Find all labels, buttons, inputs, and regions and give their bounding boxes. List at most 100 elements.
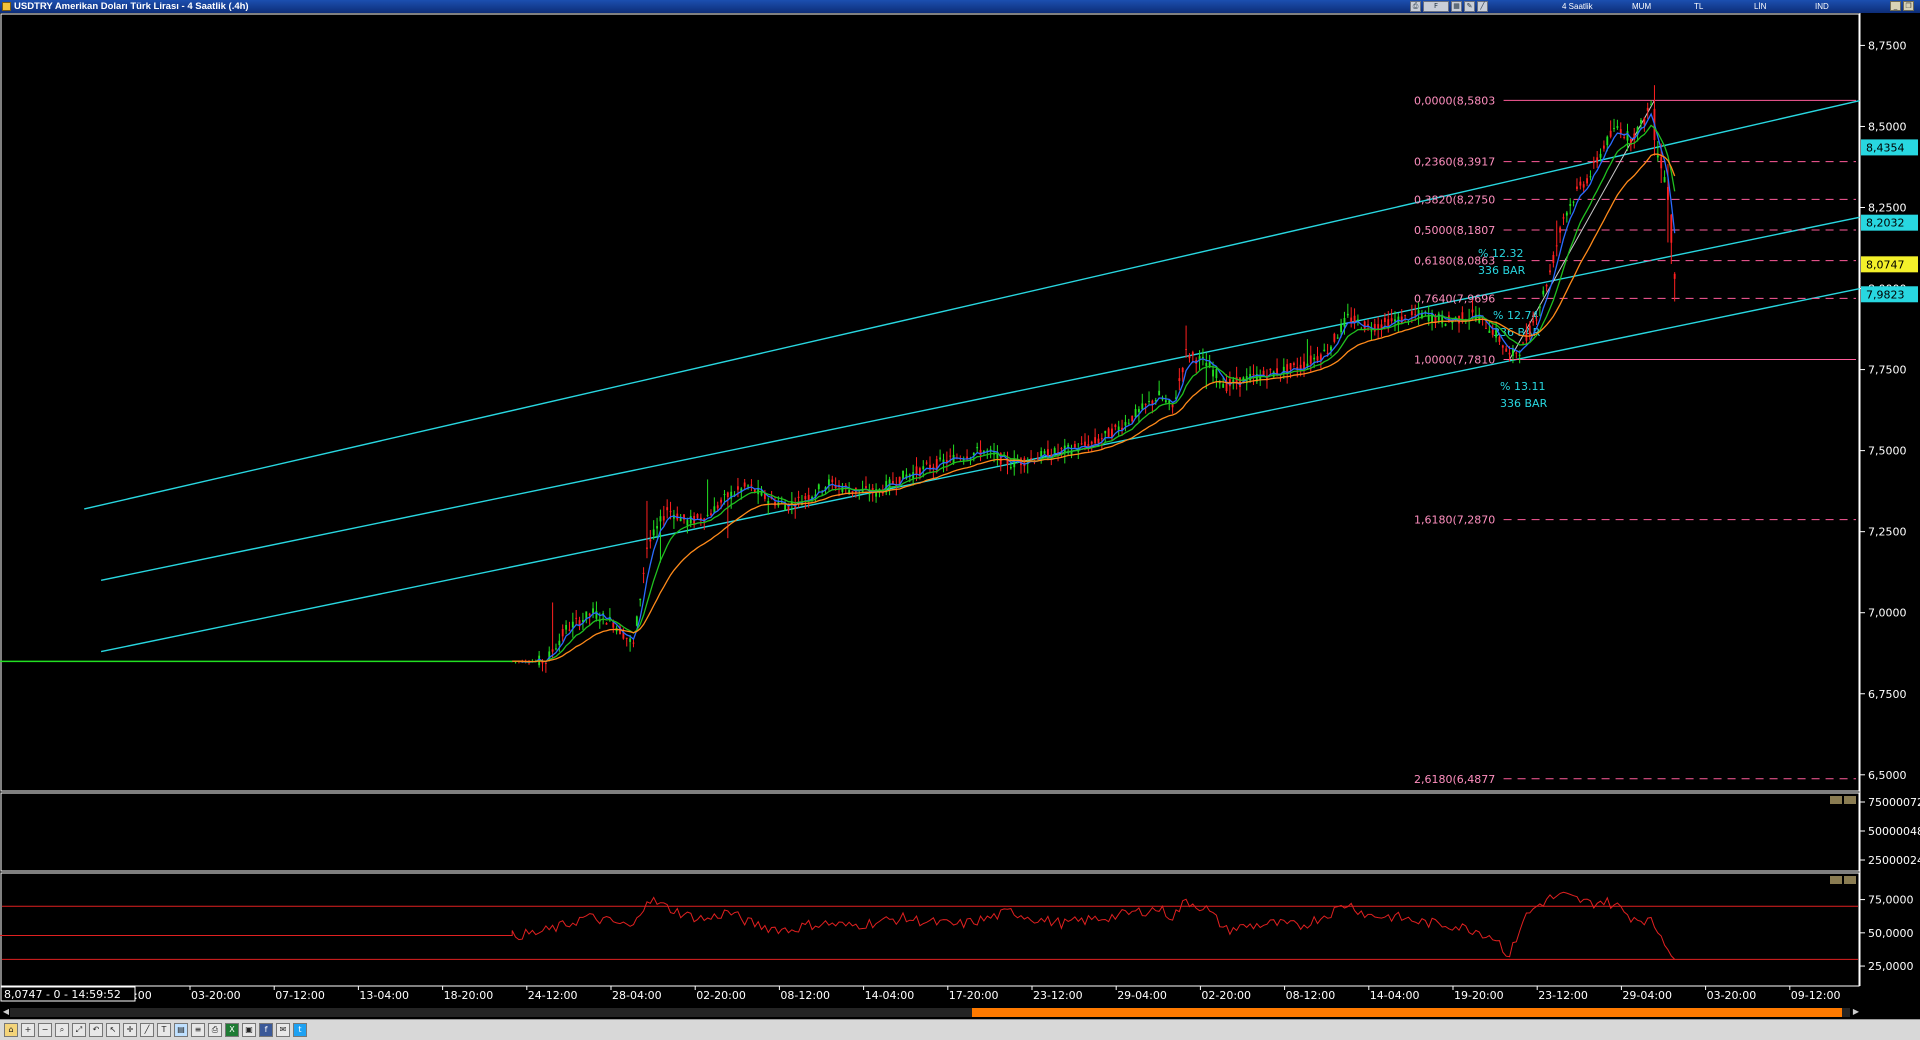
minimize-icon[interactable]: _ (1890, 1, 1901, 11)
candle-body (1589, 176, 1592, 178)
candle-body (1309, 355, 1312, 364)
zoom-out-icon[interactable]: − (38, 1023, 52, 1037)
candle-body (612, 622, 615, 628)
candle-body (747, 485, 749, 487)
measure-label: % 12.74 (1493, 309, 1538, 322)
candle-body (868, 493, 871, 495)
scrollbar-thumb[interactable] (972, 1008, 1842, 1017)
candle-body (804, 496, 807, 500)
undo-icon[interactable]: ↶ (89, 1023, 103, 1037)
candle-body (1377, 324, 1380, 329)
candle-body (1367, 324, 1369, 326)
time-tick-label: 02-20:00 (696, 989, 746, 1002)
candle-body (605, 623, 608, 625)
scroll-right-icon[interactable]: ▶ (1851, 1007, 1861, 1017)
candle-body (568, 629, 571, 631)
candle-body (1501, 345, 1504, 348)
candle-body (1400, 316, 1403, 324)
candle-body (1141, 403, 1144, 410)
folder-icon[interactable]: ▤ (174, 1023, 188, 1037)
candle-body (1073, 443, 1076, 448)
candle-body (1559, 227, 1562, 233)
open-icon[interactable]: ⌂ (4, 1023, 18, 1037)
candle-body (1336, 337, 1339, 339)
candle-body (1289, 363, 1292, 370)
candle-body (817, 484, 820, 490)
rsi-line (0, 891, 1676, 960)
candle-body (571, 621, 574, 628)
candle-body (1667, 186, 1669, 200)
candle-body (551, 649, 554, 652)
price-tick-label: 8,7500 (1868, 39, 1907, 52)
candle-body (1670, 214, 1673, 243)
search-icon[interactable]: ⌕ (55, 1023, 69, 1037)
pencil-icon[interactable]: ✎ (1464, 1, 1475, 12)
candle-body (979, 449, 982, 456)
candle-body (1404, 315, 1407, 317)
candle-body (1444, 323, 1447, 326)
db-icon[interactable]: ≡ (191, 1023, 205, 1037)
candle-body (737, 486, 739, 490)
candle-body (592, 608, 594, 614)
fit-icon[interactable]: ⤢ (72, 1023, 86, 1037)
window-buttons: _ ❐ (1890, 1, 1914, 11)
price-panel: 8,75008,50008,25008,00007,75007,50007,25… (0, 13, 1918, 792)
zoom-in-icon[interactable]: + (21, 1023, 35, 1037)
candle-body (797, 496, 800, 498)
chart-area[interactable]: 8,75008,50008,25008,00007,75007,50007,25… (0, 13, 1920, 1003)
menu-currency[interactable]: TL (1694, 0, 1703, 13)
line-icon[interactable]: ╱ (1477, 1, 1488, 12)
candle-body (915, 466, 918, 474)
candle-body (723, 494, 726, 496)
candle-body (1127, 422, 1130, 424)
candle-body (1104, 430, 1107, 434)
twitter-icon[interactable]: t (293, 1023, 307, 1037)
candle-body (1582, 184, 1585, 188)
menu-candle[interactable]: MUM (1632, 0, 1651, 13)
facebook-icon[interactable]: f (259, 1023, 273, 1037)
candle-body (1188, 355, 1191, 359)
crosshair-icon[interactable]: ✛ (123, 1023, 137, 1037)
candle-body (807, 494, 810, 501)
candle-body (1522, 342, 1524, 344)
text-tool-icon[interactable]: T (157, 1023, 171, 1037)
candle-body (1602, 145, 1605, 149)
mail-icon[interactable]: ✉ (276, 1023, 290, 1037)
print-icon[interactable]: ⎙ (208, 1023, 222, 1037)
restore-icon[interactable]: ❐ (1903, 1, 1914, 11)
candle-body (662, 516, 665, 521)
candle-body (686, 520, 689, 526)
price-tag-label: 8,0747 (1866, 258, 1905, 271)
time-tick-label: 09-12:00 (1791, 989, 1841, 1002)
candle-body (1515, 352, 1518, 354)
menu-timeframe[interactable]: 4 Saatlik (1562, 0, 1593, 13)
excel-icon[interactable]: X (225, 1023, 239, 1037)
time-tick-label: 14-04:00 (1370, 989, 1420, 1002)
rsi-tick-label: 75,0000 (1868, 894, 1914, 907)
save-icon[interactable]: ▣ (242, 1023, 256, 1037)
candle-body (1538, 306, 1541, 308)
forex-icon[interactable]: F (1423, 1, 1449, 12)
menu-indicators[interactable]: IND (1815, 0, 1829, 13)
panel-close-icon (1844, 796, 1856, 804)
candle-body (902, 470, 904, 479)
candle-body (646, 547, 648, 549)
line-tool-icon[interactable]: ╱ (140, 1023, 154, 1037)
candle-body (1505, 348, 1508, 352)
panel-minimize-icon (1830, 876, 1842, 884)
menu-scale[interactable]: LİN (1754, 0, 1766, 13)
candle-body (1643, 118, 1646, 125)
candle-body (1084, 441, 1086, 446)
time-tick-label: 19-20:00 (1454, 989, 1504, 1002)
print-icon[interactable]: ⎙ (1410, 1, 1421, 12)
candle-body (1060, 447, 1063, 450)
candle-body (1555, 245, 1558, 247)
toolbar-tools: ⎙ F ▦ ✎ ╱ (1410, 0, 1488, 13)
grid-icon[interactable]: ▦ (1451, 1, 1462, 12)
candle-body (1373, 323, 1376, 332)
cursor-icon[interactable]: ↖ (106, 1023, 120, 1037)
price-tick-label: 7,5000 (1868, 445, 1907, 458)
candle-body (1471, 309, 1474, 313)
candle-body (1313, 357, 1316, 360)
price-tick-label: 6,5000 (1868, 769, 1907, 782)
